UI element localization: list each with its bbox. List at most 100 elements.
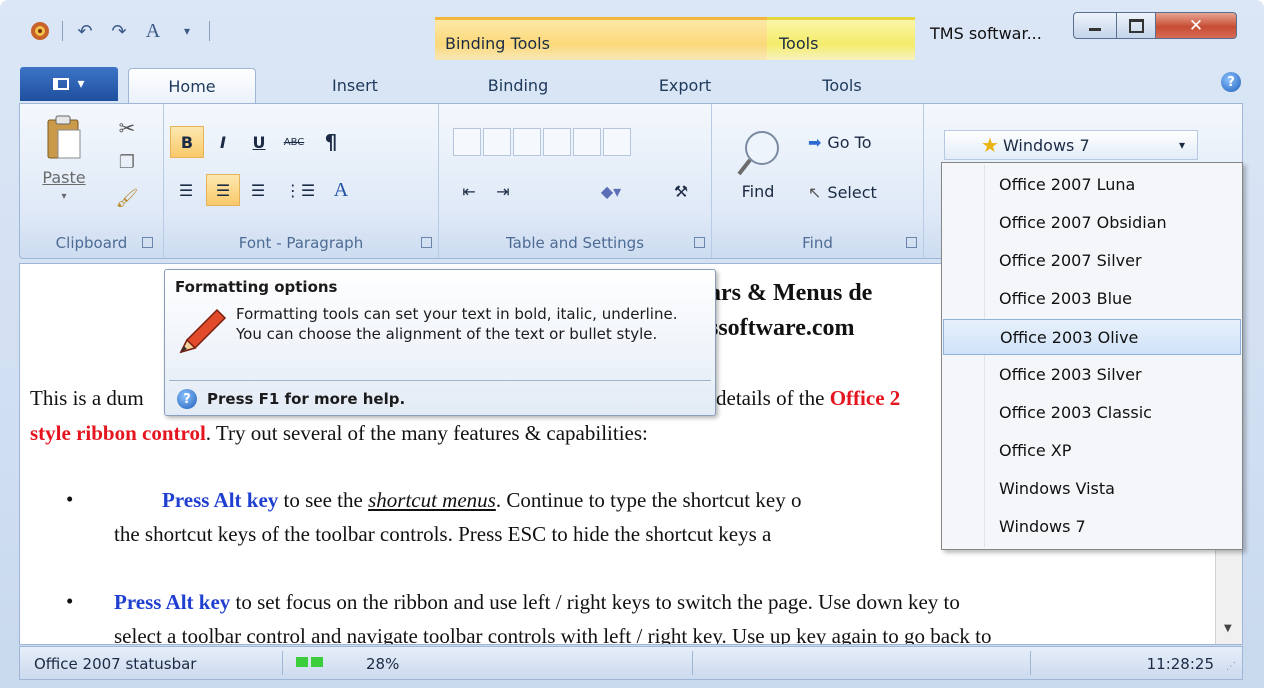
font-color-button[interactable]: A	[324, 174, 358, 206]
menu-item-windows-7[interactable]: Windows 7	[943, 509, 1241, 545]
context-label-tools: Tools	[779, 34, 819, 53]
menu-item-office-2003-silver[interactable]: Office 2003 Silver	[943, 357, 1241, 393]
goto-button[interactable]: ➡ Go To	[808, 126, 912, 158]
menu-item-office-2003-olive[interactable]: Office 2003 Olive	[943, 319, 1241, 355]
doc-title-line2: ssoftware.com	[709, 315, 855, 341]
group-table-settings: ⇤ ⇥ ◆▾ ⚒ Table and Settings	[439, 104, 712, 258]
help-icon[interactable]: ?	[1221, 72, 1241, 92]
tab-tools[interactable]: Tools	[782, 68, 902, 104]
context-group-binding-tools: Binding Tools	[435, 17, 767, 60]
bullet-item-2-line2: select a toolbar control and navigate to…	[114, 624, 992, 645]
doc-paragraph-1b: details of the Office 2	[716, 386, 901, 410]
context-label-binding-tools: Binding Tools	[445, 34, 550, 53]
align-right-button[interactable]: ☰	[242, 174, 274, 206]
alt-key-label-2: Press Alt key	[114, 590, 231, 614]
font-launcher-icon[interactable]	[421, 237, 432, 248]
chevron-down-icon: ▾	[1178, 138, 1185, 152]
status-bar: Office 2007 statusbar 28% 11:28:25 ⋰	[19, 646, 1243, 680]
select-button[interactable]: ↖ Select	[808, 176, 918, 208]
tooltip-title: Formatting options	[175, 278, 338, 296]
align-left-button[interactable]: ☰	[170, 174, 202, 206]
maximize-button[interactable]	[1116, 12, 1156, 39]
undo-icon[interactable]: ↶	[73, 19, 97, 43]
menu-item-office-2007-obsidian[interactable]: Office 2007 Obsidian	[943, 205, 1241, 241]
paragraph-marks-button[interactable]: ¶	[316, 126, 346, 158]
group-label-font-paragraph: Font - Paragraph	[238, 234, 364, 252]
formatting-tooltip: Formatting options Formatting tools can …	[164, 269, 716, 416]
find-button[interactable]: Find	[728, 118, 788, 210]
doc-paragraph-1-line2: style ribbon control. Try out several of…	[30, 421, 648, 445]
settings-button[interactable]: ⚒	[665, 176, 697, 206]
title-bar: ↶ ↷ A ▾ Binding Tools Tools TMS softwar.…	[0, 0, 1264, 60]
find-label: Find	[741, 181, 775, 201]
menu-item-office-2003-classic[interactable]: Office 2003 Classic	[943, 395, 1241, 431]
tooltip-divider	[169, 380, 711, 381]
tab-binding[interactable]: Binding	[458, 68, 578, 104]
bullets-button[interactable]: ⋮☰	[284, 174, 316, 206]
table-launcher-icon[interactable]	[694, 237, 705, 248]
align-left-icon: ☰	[178, 180, 194, 200]
menu-item-office-2007-silver[interactable]: Office 2007 Silver	[943, 243, 1241, 279]
find-launcher-icon[interactable]	[906, 237, 917, 248]
select-label: Select	[827, 182, 877, 202]
table-diagonal-borders-icon[interactable]	[603, 128, 631, 156]
table-vertical-borders-icon[interactable]	[543, 128, 571, 156]
app-logo-icon[interactable]	[28, 19, 52, 43]
increase-indent-button[interactable]: ⇥	[487, 176, 519, 206]
status-divider	[282, 651, 283, 675]
table-horizontal-borders-icon[interactable]	[573, 128, 601, 156]
strikethrough-button[interactable]: ABC	[276, 126, 312, 158]
paste-button[interactable]: Paste ▾	[34, 114, 94, 224]
scroll-down-arrow-icon[interactable]: ▼	[1224, 623, 1232, 634]
minimize-icon	[1089, 28, 1101, 31]
shading-button[interactable]: ◆▾	[589, 176, 633, 206]
customize-qat-icon[interactable]: ▾	[175, 19, 199, 43]
align-right-icon: ☰	[250, 180, 266, 200]
theme-selector-dropdown[interactable]: ★ Windows 7 ▾	[944, 130, 1198, 160]
close-button[interactable]: ✕	[1155, 12, 1237, 39]
shortcut-menus-link[interactable]: shortcut menus	[368, 488, 496, 512]
group-label-table-settings: Table and Settings	[505, 234, 645, 252]
cut-button[interactable]: ✂	[112, 114, 142, 142]
bullet-item-1-line2: the shortcut keys of the toolbar control…	[114, 522, 772, 546]
group-font-paragraph: B I U ABC ¶ ☰ ☰ ☰ ⋮☰ A Font - Paragraph	[164, 104, 439, 258]
application-menu-button[interactable]: ▾	[20, 67, 118, 101]
decrease-indent-button[interactable]: ⇤	[453, 176, 485, 206]
italic-button[interactable]: I	[208, 126, 238, 158]
tooltip-body: Formatting tools can set your text in bo…	[236, 305, 678, 343]
minimize-button[interactable]	[1073, 12, 1117, 39]
maximize-icon	[1128, 18, 1144, 33]
redo-icon[interactable]: ↷	[107, 19, 131, 43]
cursor-icon: ↖	[808, 182, 822, 202]
red-highlight-1: Office 2	[829, 386, 901, 410]
window-title: TMS softwar...	[930, 24, 1042, 43]
copy-button[interactable]: ❐	[112, 148, 142, 176]
bold-button[interactable]: B	[170, 126, 204, 158]
menu-item-windows-vista[interactable]: Windows Vista	[943, 471, 1241, 507]
menu-item-office-xp[interactable]: Office XP	[943, 433, 1241, 469]
menu-item-office-2007-luna[interactable]: Office 2007 Luna	[943, 167, 1241, 203]
table-outer-borders-icon[interactable]	[453, 128, 481, 156]
size-grip-icon[interactable]: ⋰	[1226, 661, 1236, 672]
progress-label: 28%	[366, 655, 400, 673]
font-icon[interactable]: A	[141, 19, 165, 43]
tab-insert[interactable]: Insert	[295, 68, 415, 104]
clipboard-launcher-icon[interactable]	[142, 237, 153, 248]
paste-icon	[47, 115, 81, 159]
bullet-item-2: • Press Alt key to set focus on the ribb…	[66, 589, 960, 614]
group-label-find: Find	[802, 234, 833, 252]
quick-access-toolbar: ↶ ↷ A ▾	[28, 18, 210, 44]
bullet-list-icon: ⋮☰	[284, 180, 316, 200]
menu-item-office-2003-blue[interactable]: Office 2003 Blue	[943, 281, 1241, 317]
align-center-button[interactable]: ☰	[206, 174, 240, 206]
format-painter-button[interactable]: 🖌	[112, 184, 142, 212]
star-icon: ★	[981, 133, 999, 157]
help-icon: ?	[177, 389, 197, 409]
underline-button[interactable]: U	[244, 126, 274, 158]
table-inner-borders-icon[interactable]	[513, 128, 541, 156]
paint-bucket-icon: ◆▾	[600, 181, 622, 201]
tab-home[interactable]: Home	[128, 68, 256, 104]
close-icon: ✕	[1188, 15, 1204, 36]
tab-export[interactable]: Export	[625, 68, 745, 104]
table-all-borders-icon[interactable]	[483, 128, 511, 156]
